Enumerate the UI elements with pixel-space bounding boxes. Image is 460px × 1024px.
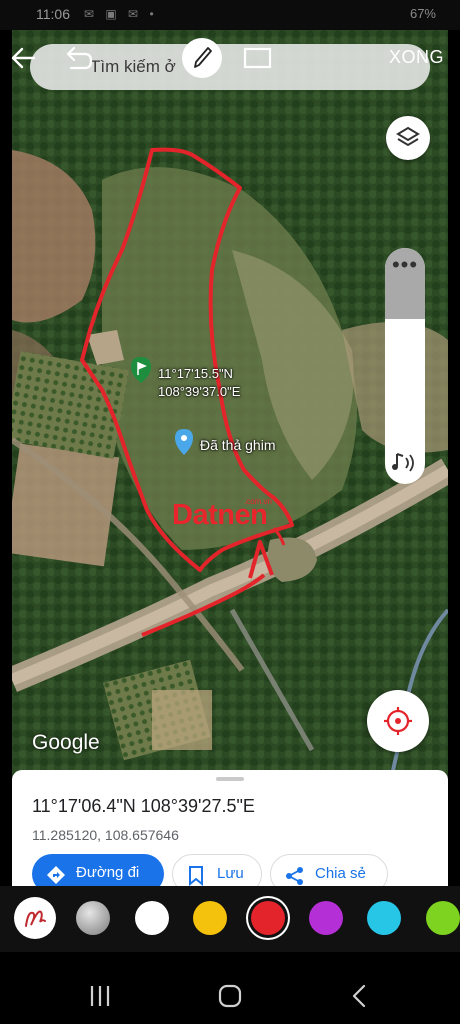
google-attribution: Google bbox=[32, 731, 100, 754]
sound-slider[interactable]: ••• bbox=[385, 248, 425, 484]
scribble-icon bbox=[25, 910, 46, 927]
color-swatch-yellow[interactable] bbox=[193, 901, 227, 935]
color-palette bbox=[0, 886, 460, 952]
back-nav-button[interactable] bbox=[340, 978, 380, 1014]
place-decimal-coordinates: 11.285120, 108.657646 bbox=[32, 827, 179, 843]
share-label: Chia sẻ bbox=[315, 865, 366, 882]
directions-label: Đường đi bbox=[76, 864, 140, 881]
share-button[interactable]: Chia sẻ bbox=[270, 854, 388, 886]
crosshair-icon bbox=[384, 707, 412, 735]
color-swatch-gray[interactable] bbox=[76, 901, 110, 935]
status-time: 11:06 bbox=[36, 6, 70, 22]
back-arrow-icon bbox=[11, 47, 36, 69]
color-swatch-purple[interactable] bbox=[309, 901, 343, 935]
color-swatch-green[interactable] bbox=[426, 901, 460, 935]
color-swatch-cyan[interactable] bbox=[367, 901, 401, 935]
notification-icons: ✉ ▣ ✉ • bbox=[84, 7, 158, 21]
my-location-button[interactable] bbox=[367, 690, 429, 752]
back-button[interactable] bbox=[0, 30, 46, 86]
map-imagery bbox=[12, 30, 448, 775]
recent-apps-icon bbox=[90, 986, 110, 1006]
pen-tool-button[interactable] bbox=[179, 30, 225, 86]
sheet-drag-handle[interactable] bbox=[216, 777, 244, 781]
pen-icon bbox=[182, 38, 222, 78]
satellite-map[interactable]: Tìm kiếm ở 11°17'15.5"N 108°39'37.0"E Đã… bbox=[12, 30, 448, 775]
more-dots-icon[interactable]: ••• bbox=[385, 252, 425, 278]
color-swatch-white[interactable] bbox=[135, 901, 169, 935]
pin-coord-lat: 11°17'15.5"N bbox=[158, 366, 233, 381]
save-label: Lưu bbox=[217, 865, 244, 882]
crop-icon bbox=[243, 47, 272, 69]
layers-icon bbox=[396, 126, 420, 147]
layers-button[interactable] bbox=[386, 116, 430, 160]
crop-button[interactable] bbox=[235, 30, 281, 86]
system-nav-bar bbox=[0, 952, 460, 1024]
editor-toolbar: XONG bbox=[0, 30, 460, 86]
place-coordinates: 11°17'06.4"N 108°39'27.5"E bbox=[32, 796, 255, 816]
directions-icon bbox=[47, 866, 65, 884]
undo-button[interactable] bbox=[55, 30, 101, 86]
recent-apps-button[interactable] bbox=[80, 978, 120, 1014]
music-volume-icon bbox=[392, 453, 414, 472]
bookmark-icon bbox=[189, 866, 203, 886]
home-button[interactable] bbox=[210, 978, 250, 1014]
status-bar: 11:06 ✉ ▣ ✉ • 67% bbox=[0, 0, 460, 30]
battery-level: 67% bbox=[409, 6, 436, 21]
dropped-pin-label: Đã thả ghim bbox=[200, 437, 276, 453]
done-button[interactable]: XONG bbox=[389, 47, 444, 68]
save-button[interactable]: Lưu bbox=[172, 854, 262, 886]
back-chevron-icon bbox=[352, 984, 366, 1008]
directions-button[interactable]: Đường đi bbox=[32, 854, 164, 886]
share-icon bbox=[286, 867, 303, 885]
undo-icon bbox=[66, 46, 93, 70]
watermark-domain: .com.vn bbox=[244, 497, 273, 506]
place-bottom-sheet[interactable]: 11°17'06.4"N 108°39'27.5"E 11.285120, 10… bbox=[12, 770, 448, 886]
pen-style-button[interactable] bbox=[14, 897, 56, 939]
color-swatch-red[interactable] bbox=[251, 901, 285, 935]
home-icon bbox=[218, 984, 242, 1008]
captured-screenshot: Tìm kiếm ở 11°17'15.5"N 108°39'37.0"E Đã… bbox=[12, 30, 448, 886]
pin-coord-lng: 108°39'37.0"E bbox=[158, 384, 241, 399]
